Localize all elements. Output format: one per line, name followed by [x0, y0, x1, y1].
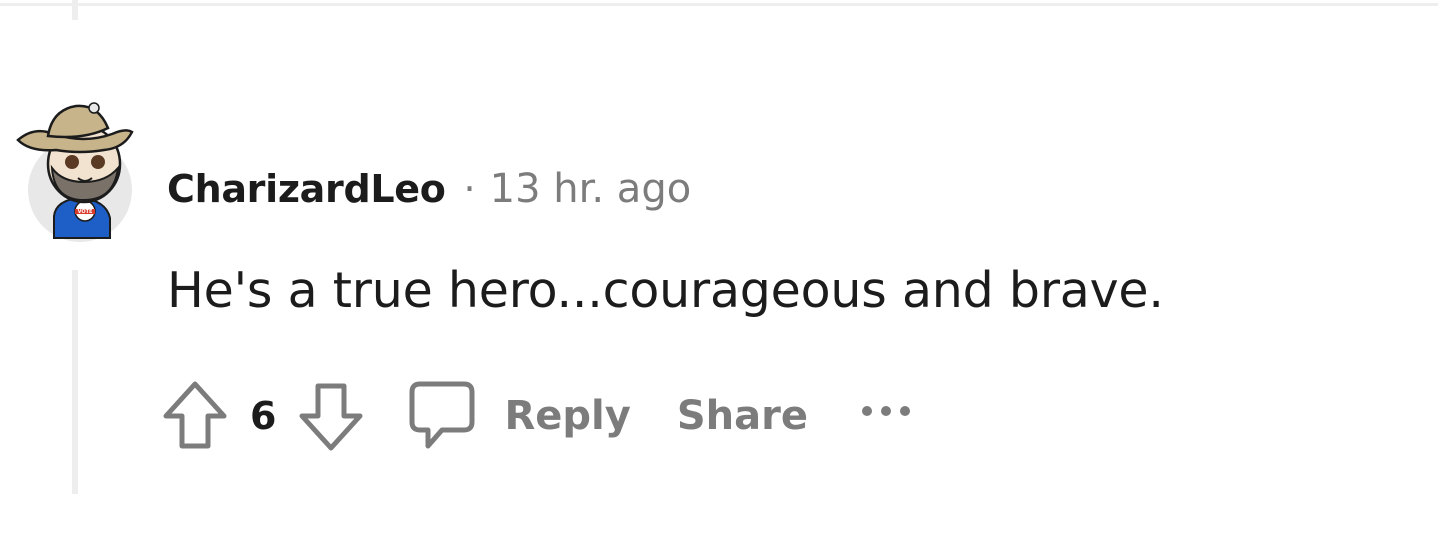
- comment-actions: 6 Reply Share: [160, 374, 910, 458]
- reply-button[interactable]: Reply: [504, 393, 630, 439]
- meta-separator: ·: [463, 167, 476, 211]
- downvote-button[interactable]: [296, 376, 366, 456]
- avatar-badge-text: VOTE: [78, 209, 93, 215]
- more-options-button[interactable]: [861, 406, 910, 416]
- comment-timestamp[interactable]: 13 hr. ago: [490, 166, 692, 212]
- top-divider: [0, 3, 1438, 6]
- comment-meta: CharizardLeo · 13 hr. ago: [167, 164, 691, 214]
- vote-count: 6: [250, 394, 277, 438]
- ellipsis-icon-dot: [861, 406, 872, 416]
- comment-body: He's a true hero...courageous and brave.: [167, 262, 1164, 319]
- comment-reply-icon-button[interactable]: [406, 378, 478, 454]
- arrow-up-outline-icon: [163, 381, 227, 449]
- thread-line[interactable]: [72, 270, 78, 494]
- upvote-button[interactable]: [160, 376, 230, 456]
- ellipsis-icon-dot: [880, 406, 891, 416]
- avatar-cowboy-icon: VOTE: [16, 102, 134, 242]
- avatar[interactable]: VOTE: [14, 96, 138, 242]
- share-button[interactable]: Share: [677, 393, 808, 439]
- thread-line-parent[interactable]: [72, 0, 78, 20]
- speech-bubble-icon: [409, 381, 475, 449]
- username-link[interactable]: CharizardLeo: [167, 167, 446, 211]
- ellipsis-icon-dot: [899, 406, 910, 416]
- arrow-down-outline-icon: [299, 383, 363, 451]
